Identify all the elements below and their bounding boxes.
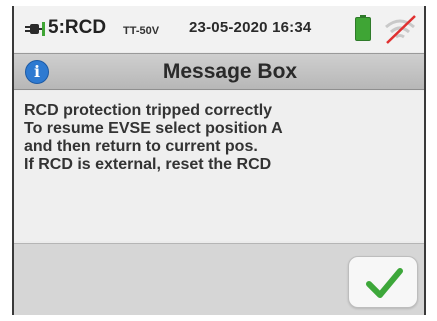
message-box-title: Message Box [162, 60, 298, 83]
instrument-display: 5:RCD TT-50V 23-05-2020 16:34 i Message … [0, 0, 437, 321]
message-box-header: i Message Box [14, 53, 424, 90]
message-line: If RCD is external, reset the RCD [24, 156, 272, 173]
status-bar: 5:RCD TT-50V 23-05-2020 16:34 [14, 6, 424, 52]
test-mode-label: 5:RCD [48, 17, 107, 38]
confirm-button[interactable] [348, 256, 418, 308]
date-time: 23-05-2020 16:34 [189, 19, 312, 36]
battery-icon [355, 15, 371, 41]
plug-icon [25, 22, 45, 36]
check-icon [366, 268, 403, 298]
message-box-footer [14, 243, 424, 315]
message-line: To resume EVSE select position A [24, 120, 283, 137]
screen: 5:RCD TT-50V 23-05-2020 16:34 i Message … [12, 6, 426, 315]
message-box-body: RCD protection tripped correctly To resu… [14, 91, 424, 241]
system-type-label: TT-50V [123, 25, 160, 37]
wifi-off-icon [385, 15, 416, 44]
message-line: and then return to current pos. [24, 138, 258, 155]
message-line: RCD protection tripped correctly [24, 102, 273, 119]
